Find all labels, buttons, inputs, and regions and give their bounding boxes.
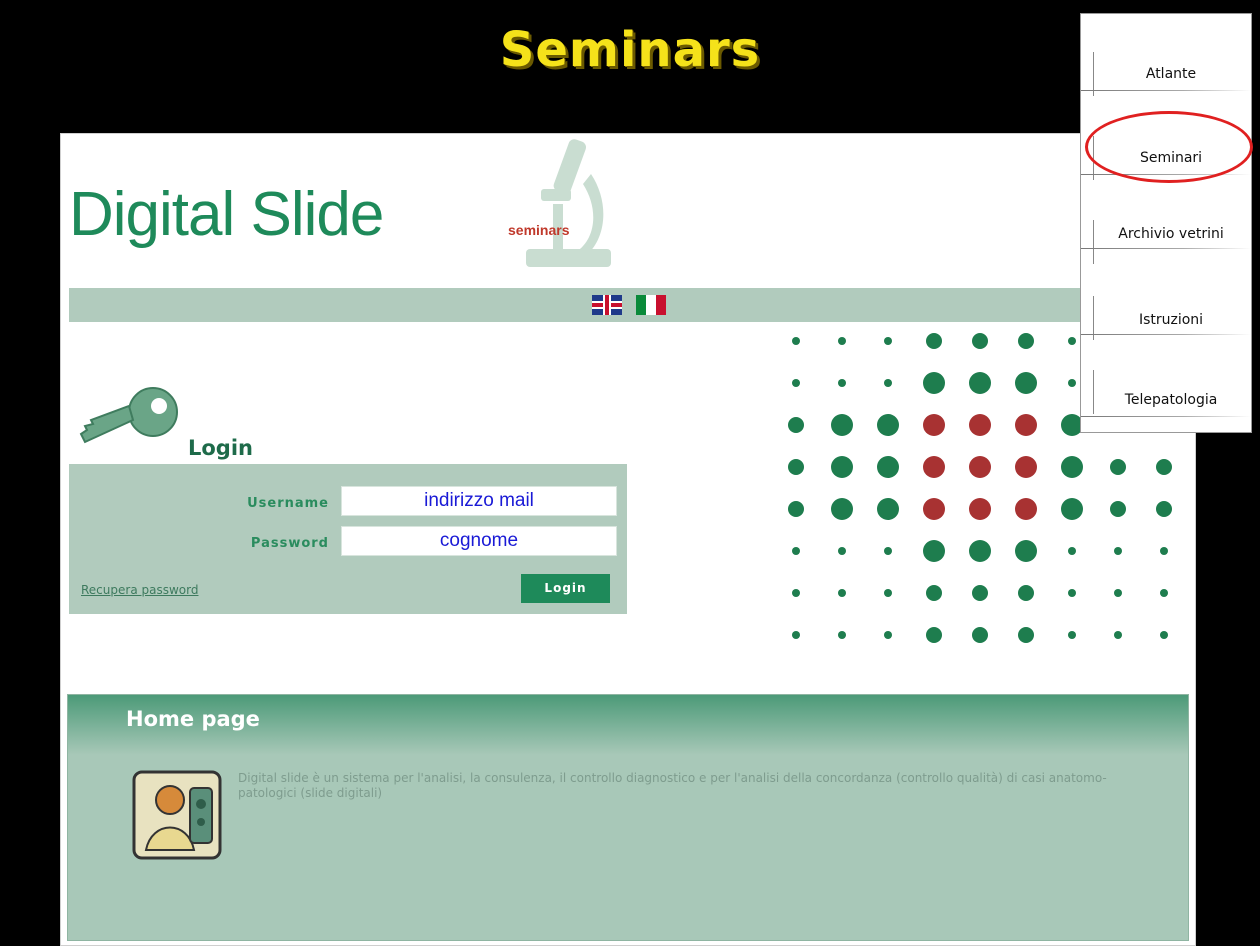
language-bar <box>69 288 1189 322</box>
decorative-dot <box>1018 585 1034 601</box>
menu-item-archivio-vetrini[interactable]: Archivio vetrini <box>1081 182 1251 266</box>
decorative-dot <box>1018 627 1034 643</box>
decorative-dot <box>972 585 988 601</box>
decorative-dot <box>969 372 991 394</box>
site-logo-subtitle: seminars <box>508 222 570 238</box>
decorative-dot <box>923 414 945 436</box>
italy-flag-icon[interactable] <box>636 295 666 315</box>
password-label: Password <box>250 536 329 551</box>
decorative-dot <box>1160 631 1168 639</box>
side-menu: Atlante Seminari Archivio vetrini Istruz… <box>1080 13 1252 433</box>
pathologist-illustration-icon <box>132 770 222 860</box>
decorative-dot <box>884 589 892 597</box>
decorative-dot <box>838 337 846 345</box>
decorative-dot <box>1068 631 1076 639</box>
decorative-dot <box>1015 540 1037 562</box>
decorative-dot <box>884 337 892 345</box>
key-icon <box>79 387 178 444</box>
decorative-dot <box>1068 547 1076 555</box>
login-button[interactable]: Login <box>521 574 610 603</box>
decorative-dot <box>788 459 804 475</box>
decorative-dot <box>1114 631 1122 639</box>
decorative-dot <box>972 627 988 643</box>
decorative-dot <box>1061 456 1083 478</box>
decorative-dot <box>1156 459 1172 475</box>
decorative-dot <box>1110 501 1126 517</box>
decorative-dot <box>831 498 853 520</box>
decorative-dot <box>923 456 945 478</box>
menu-item-label: Atlante <box>1145 66 1197 82</box>
decorative-dot <box>884 379 892 387</box>
decorative-dot <box>884 631 892 639</box>
decorative-dot <box>792 547 800 555</box>
decorative-dot <box>792 379 800 387</box>
decorative-dot <box>969 540 991 562</box>
decorative-dot <box>831 456 853 478</box>
menu-item-istruzioni[interactable]: Istruzioni <box>1081 266 1251 350</box>
home-description: Digital slide è un sistema per l'analisi… <box>238 771 1107 800</box>
decorative-dot <box>838 547 846 555</box>
menu-item-atlante[interactable]: Atlante <box>1081 14 1251 98</box>
menu-item-label: Istruzioni <box>1138 312 1204 328</box>
decorative-dot <box>884 547 892 555</box>
decorative-dot <box>792 337 800 345</box>
site-logo[interactable]: Digital Slide <box>69 179 384 250</box>
decorative-dot <box>923 372 945 394</box>
decorative-dot <box>1015 498 1037 520</box>
menu-item-telepatologia[interactable]: Telepatologia <box>1081 350 1251 434</box>
slide-title: Seminars <box>499 22 761 78</box>
decorative-dot <box>1068 337 1076 345</box>
login-heading: Login <box>188 436 253 460</box>
decorative-dot <box>877 498 899 520</box>
username-label: Username <box>247 496 329 511</box>
decorative-dot <box>788 501 804 517</box>
decorative-dot <box>1114 589 1122 597</box>
decorative-dot <box>1061 498 1083 520</box>
decorative-dot <box>1018 333 1034 349</box>
menu-item-label: Archivio vetrini <box>1118 226 1224 242</box>
decorative-dot <box>877 414 899 436</box>
decorative-dot <box>969 414 991 436</box>
decorative-dot <box>1156 501 1172 517</box>
decorative-dot <box>838 589 846 597</box>
menu-item-seminari[interactable]: Seminari <box>1081 98 1251 182</box>
menu-item-label: Telepatologia <box>1124 392 1218 408</box>
menu-item-label: Seminari <box>1139 150 1203 166</box>
web-page: Digital Slide seminars Login Username in… <box>60 133 1196 946</box>
username-input[interactable]: indirizzo mail <box>341 486 617 516</box>
uk-flag-icon[interactable] <box>592 295 622 315</box>
decorative-dot <box>923 498 945 520</box>
password-input[interactable]: cognome <box>341 526 617 556</box>
home-title: Home page <box>126 707 260 731</box>
decorative-dot <box>1160 547 1168 555</box>
decorative-dot <box>877 456 899 478</box>
decorative-dot <box>792 631 800 639</box>
decorative-dot <box>1015 456 1037 478</box>
decorative-dot <box>972 333 988 349</box>
decorative-dot <box>1114 547 1122 555</box>
decorative-dot <box>838 631 846 639</box>
decorative-dot <box>792 589 800 597</box>
decorative-dot <box>969 498 991 520</box>
recover-password-link[interactable]: Recupera password <box>81 583 198 597</box>
decorative-dot <box>923 540 945 562</box>
decorative-dot <box>1068 589 1076 597</box>
decorative-dot <box>969 456 991 478</box>
decorative-dot <box>1068 379 1076 387</box>
decorative-dot <box>838 379 846 387</box>
decorative-dot <box>1015 372 1037 394</box>
decorative-dot <box>926 333 942 349</box>
decorative-dot <box>926 627 942 643</box>
decorative-dot <box>831 414 853 436</box>
decorative-dot <box>1160 589 1168 597</box>
microscope-icon <box>526 139 611 267</box>
decorative-dot <box>926 585 942 601</box>
decorative-dot <box>788 417 804 433</box>
home-section: Home page Digital slide è un sistema per… <box>67 694 1189 941</box>
decorative-dot <box>1015 414 1037 436</box>
decorative-dot <box>1110 459 1126 475</box>
